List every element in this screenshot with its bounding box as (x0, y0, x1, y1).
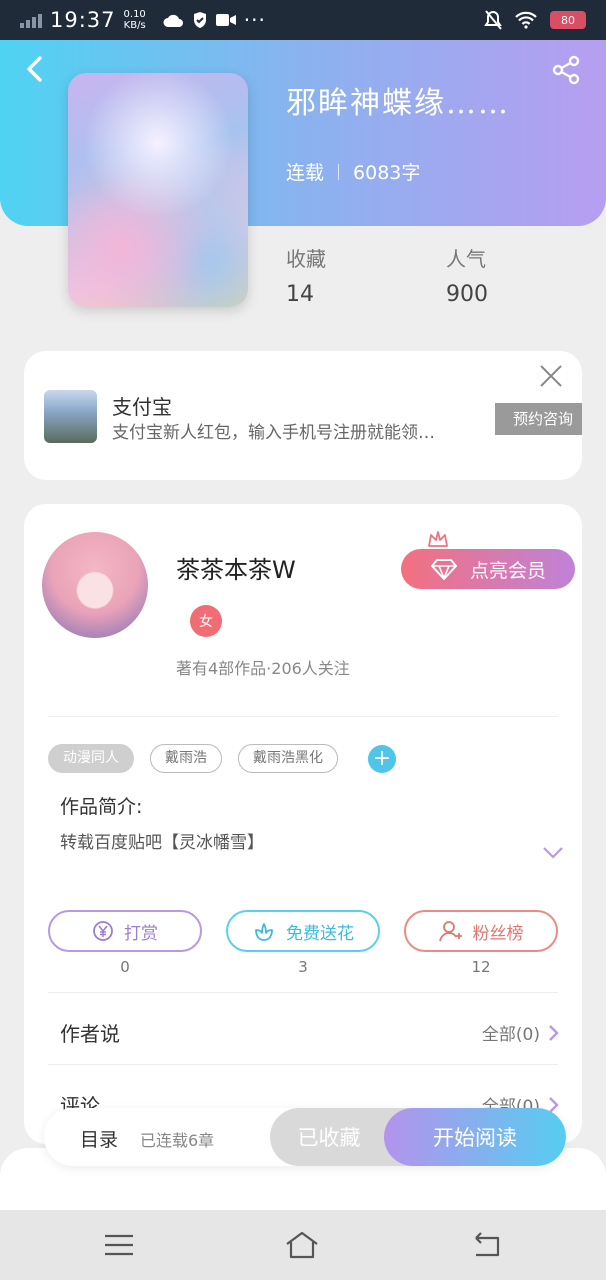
home-icon[interactable] (285, 1230, 319, 1260)
chevron-right-icon (549, 1024, 559, 1041)
fans-count: 12 (471, 958, 491, 976)
meta-divider (338, 163, 340, 180)
yen-icon (93, 921, 113, 941)
tag-list: 动漫同人 戴雨浩 戴雨浩黑化 + (48, 744, 396, 773)
intro-label: 作品简介: (60, 796, 143, 818)
menu-icon[interactable] (102, 1230, 136, 1260)
tag-item[interactable]: 戴雨浩 (150, 744, 222, 773)
close-icon[interactable] (538, 363, 564, 389)
book-cover[interactable] (68, 73, 248, 307)
back-icon[interactable] (20, 54, 50, 84)
author-says-all: 全部(0) (481, 1025, 540, 1045)
ad-cta-button[interactable]: 预约咨询 (495, 403, 582, 435)
author-card: 茶茶本茶W 点亮会员 女 著有4部作品·206人关注 动漫同人 戴雨浩 戴雨浩黑… (24, 504, 582, 1144)
net-speed-unit: KB/s (123, 20, 146, 31)
start-reading-label: 开始阅读 (433, 1126, 517, 1150)
popularity-value: 900 (446, 282, 488, 307)
mute-icon (484, 10, 502, 30)
author-avatar[interactable] (42, 532, 148, 638)
back-nav-icon[interactable] (470, 1230, 504, 1260)
intro-text: 转载百度贴吧【灵冰幡雪】 (60, 833, 264, 853)
status-bar: 19:37 0.10 KB/s ··· 80 (0, 0, 606, 40)
author-stats: 著有4部作品·206人关注 (176, 659, 350, 678)
tip-label: 打赏 (124, 923, 158, 944)
divider (48, 992, 558, 993)
system-nav-bar (0, 1210, 606, 1280)
collect-stat: 收藏 14 (286, 243, 326, 307)
flower-icon (255, 923, 273, 941)
serial-status: 连载 (286, 162, 325, 184)
start-reading-button[interactable]: 开始阅读 (384, 1108, 566, 1166)
fans-ranking-button[interactable]: 粉丝榜 (404, 910, 558, 952)
divider (48, 1064, 558, 1065)
cloud-icon (163, 14, 183, 27)
collect-label: 收藏 (286, 247, 326, 271)
status-time: 19:37 (50, 8, 116, 32)
tip-count: 0 (120, 958, 130, 976)
user-icon (438, 921, 462, 942)
signal-icon (20, 12, 42, 28)
word-count: 6083字 (353, 162, 421, 184)
gender-badge: 女 (190, 605, 222, 637)
toc-button[interactable]: 目录 (80, 1125, 118, 1152)
send-flower-label: 免费送花 (286, 923, 354, 944)
ad-card[interactable]: 支付宝 支付宝新人红包，输入手机号注册就能领… 预约咨询 (24, 351, 582, 480)
collect-value: 14 (286, 282, 314, 307)
more-dots: ··· (243, 8, 266, 32)
diamond-icon (430, 559, 457, 580)
net-speed: 0.10 KB/s (124, 9, 146, 31)
video-icon (215, 14, 236, 26)
book-meta: 连载 6083字 (286, 158, 420, 185)
vip-label: 点亮会员 (469, 559, 546, 582)
shield-icon (193, 12, 206, 28)
favorite-label: 已收藏 (297, 1126, 361, 1150)
tag-item[interactable]: 戴雨浩黑化 (238, 744, 338, 773)
popularity-stat: 人气 900 (446, 243, 488, 307)
add-tag-button[interactable]: + (368, 744, 396, 773)
toc-count: 已连载6章 (140, 1131, 215, 1150)
flower-count: 3 (298, 958, 308, 976)
book-title: 邪眸神蝶缘…… (286, 86, 510, 121)
crown-icon (428, 531, 448, 547)
ad-title: 支付宝 (112, 395, 172, 419)
ad-thumbnail (44, 390, 97, 443)
author-name: 茶茶本茶W (176, 556, 296, 584)
author-says-row[interactable]: 作者说 全部(0) (60, 1018, 560, 1047)
author-says-label: 作者说 (60, 1022, 120, 1046)
divider (48, 716, 558, 717)
tag-item[interactable]: 动漫同人 (48, 744, 134, 773)
tip-button[interactable]: 打赏 (48, 910, 202, 952)
vip-button[interactable]: 点亮会员 (401, 549, 575, 589)
wifi-icon (515, 11, 537, 29)
chevron-down-icon[interactable] (542, 846, 564, 860)
battery-icon: 80 (550, 11, 586, 29)
fans-ranking-label: 粉丝榜 (472, 923, 524, 944)
ad-description: 支付宝新人红包，输入手机号注册就能领… (112, 423, 435, 443)
popularity-label: 人气 (446, 247, 486, 271)
net-speed-value: 0.10 (123, 9, 146, 20)
bottom-action-bar: 目录 已连载6章 已收藏 开始阅读 (44, 1108, 566, 1166)
send-flower-button[interactable]: 免费送花 (226, 910, 380, 952)
share-icon[interactable] (550, 54, 582, 86)
